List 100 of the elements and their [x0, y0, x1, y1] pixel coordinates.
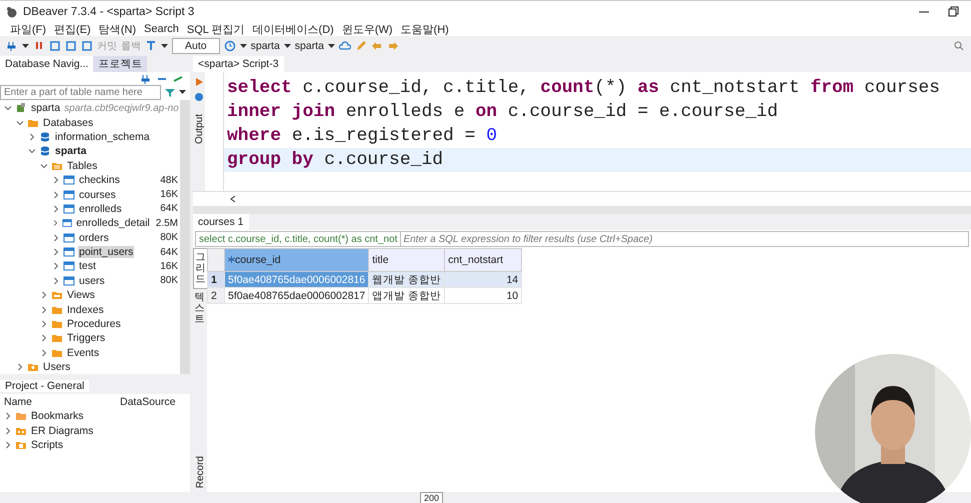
table-cell: 14 — [444, 272, 522, 288]
tree-item[interactable]: Bookmarks — [30, 410, 85, 422]
table-cell: 5f0ae408765dae0006002817 — [224, 288, 369, 304]
table-size: 48K — [159, 174, 179, 186]
table-size: 64K — [159, 246, 179, 258]
bookmarks-folder-icon — [15, 410, 27, 422]
code-line: select c.course_id, c.title, count(*) as cnt_notstart from courses — [226, 77, 941, 100]
results-filter-field[interactable]: Enter a SQL expression to filter results (use Ctrl+Space) — [401, 231, 969, 247]
tree-item[interactable]: Views — [66, 289, 96, 302]
datasource-dropdown[interactable]: sparta — [250, 40, 280, 52]
new-connection-icon[interactable] — [140, 72, 152, 84]
table-icon — [63, 188, 75, 201]
tree-item[interactable]: Databases — [42, 116, 94, 129]
table-cell: 5f0ae408765dae0006002816 — [224, 272, 369, 288]
schema-dropdown[interactable]: sparta — [294, 40, 324, 52]
tree-item[interactable]: sparta — [54, 145, 88, 158]
table-size: 2.5M — [154, 218, 179, 229]
code-line: where e.is_registered = 0 — [226, 125, 498, 148]
column-header: DataSource — [119, 396, 176, 408]
table-cell: 10 — [444, 288, 522, 304]
menu-item[interactable]: 편집(E) — [54, 22, 91, 36]
folder-icon — [51, 332, 63, 344]
page-size-field[interactable]: 200 — [420, 492, 444, 503]
menu-item[interactable]: 도움말(H) — [400, 22, 449, 36]
dropdown-caret-icon[interactable] — [179, 90, 186, 95]
editor-tab[interactable]: <sparta> Script-3 — [193, 56, 284, 72]
dropdown-caret-icon[interactable] — [22, 44, 29, 48]
table-filter-field[interactable]: Enter a part of table name here — [0, 85, 161, 100]
tree-item[interactable]: enrolleds — [78, 202, 123, 215]
record-tab[interactable]: Record — [194, 456, 206, 488]
plug-icon[interactable] — [6, 40, 18, 52]
menu-item[interactable]: 탐색(N) — [98, 22, 136, 36]
tree-item[interactable]: point_users — [78, 246, 134, 258]
row-number[interactable]: 1 — [208, 272, 224, 288]
column-header: Name — [3, 396, 34, 408]
tree-item[interactable]: Indexes — [66, 304, 105, 316]
dropdown-caret-icon[interactable] — [240, 44, 247, 48]
tree-item[interactable]: enrolleds_detail — [75, 217, 151, 230]
tree-item[interactable]: Procedures — [66, 318, 122, 330]
table-cell: 웹개발 종합반 — [368, 272, 445, 288]
connection-host: sparta.cbt9ceqjwlr9.ap-no — [64, 102, 179, 114]
table-icon — [63, 246, 75, 258]
table-icon — [62, 217, 72, 230]
panel-tab[interactable]: Project - General — [0, 380, 90, 392]
tree-item[interactable]: checkins — [78, 174, 121, 186]
scroll-left-icon[interactable] — [229, 195, 237, 203]
cloud-icon[interactable] — [338, 40, 351, 52]
view-tab[interactable]: 텍스트 — [193, 289, 206, 328]
view-tab[interactable]: 그리드 — [193, 248, 208, 289]
table-icon — [63, 202, 75, 215]
table-size: 80K — [159, 275, 179, 286]
table-icon — [63, 274, 75, 287]
run-icon[interactable] — [193, 76, 205, 88]
tree-item[interactable]: orders — [78, 232, 110, 244]
menu-item[interactable]: 윈도우(W) — [342, 22, 393, 36]
dropdown-caret-icon[interactable] — [328, 44, 335, 48]
table-size: 80K — [159, 232, 179, 244]
panel-tab[interactable]: Database Navig... — [0, 56, 94, 72]
tree-item[interactable]: courses — [78, 188, 117, 201]
column-header[interactable]: cnt_notstart — [444, 248, 522, 272]
tree-item[interactable]: Events — [66, 346, 100, 359]
tree-item[interactable]: users — [78, 274, 106, 287]
tree-item[interactable]: information_schema — [54, 130, 151, 143]
table-icon — [63, 174, 75, 186]
database-icon — [39, 145, 51, 158]
clock-icon[interactable] — [224, 40, 236, 52]
results-tab[interactable]: courses 1 — [193, 214, 249, 230]
column-header[interactable]: title — [368, 248, 445, 272]
tree-item[interactable]: ER Diagrams — [30, 424, 94, 437]
column-header[interactable]: course_id — [224, 248, 369, 272]
database-icon — [39, 130, 51, 143]
query-text: select c.course_id, c.title, count(*) as cnt_not — [195, 231, 402, 247]
app-logo-icon — [6, 6, 18, 18]
database-connection-icon — [15, 102, 27, 114]
transaction-mode-field[interactable]: Auto — [172, 38, 220, 54]
tree-item[interactable]: sparta — [30, 102, 62, 114]
window-title: DBeaver 7.3.4 - <sparta> Script 3 — [23, 6, 196, 18]
row-number[interactable]: 2 — [208, 288, 224, 304]
tree-item[interactable]: Users — [42, 361, 72, 374]
menu-item[interactable]: SQL 편집기 — [186, 22, 245, 36]
table-icon — [63, 232, 75, 244]
table-cell: 앱개발 종합반 — [368, 288, 445, 304]
users-folder-icon — [27, 361, 39, 374]
tree-item[interactable]: Tables — [66, 160, 98, 172]
code-line: inner join enrolleds e on c.course_id = e.course_id — [226, 101, 779, 124]
dropdown-caret-icon[interactable] — [284, 44, 291, 48]
table-icon — [63, 260, 75, 272]
menu-item[interactable]: Search — [144, 23, 179, 35]
table-size: 64K — [159, 203, 179, 214]
tree-item[interactable]: test — [78, 260, 97, 272]
dropdown-caret-icon[interactable] — [161, 44, 168, 48]
table-size: 16K — [159, 260, 179, 272]
tree-item[interactable]: Triggers — [66, 332, 106, 344]
panel-tab[interactable]: 프로젝트 — [93, 56, 148, 72]
search-icon[interactable] — [953, 40, 965, 52]
menu-item[interactable]: 데이터베이스(D) — [252, 22, 334, 36]
tree-item[interactable]: Scripts — [30, 438, 64, 451]
key-column-icon — [228, 256, 235, 263]
views-folder-icon — [51, 289, 63, 302]
menu-item[interactable]: 파일(F) — [10, 22, 46, 36]
